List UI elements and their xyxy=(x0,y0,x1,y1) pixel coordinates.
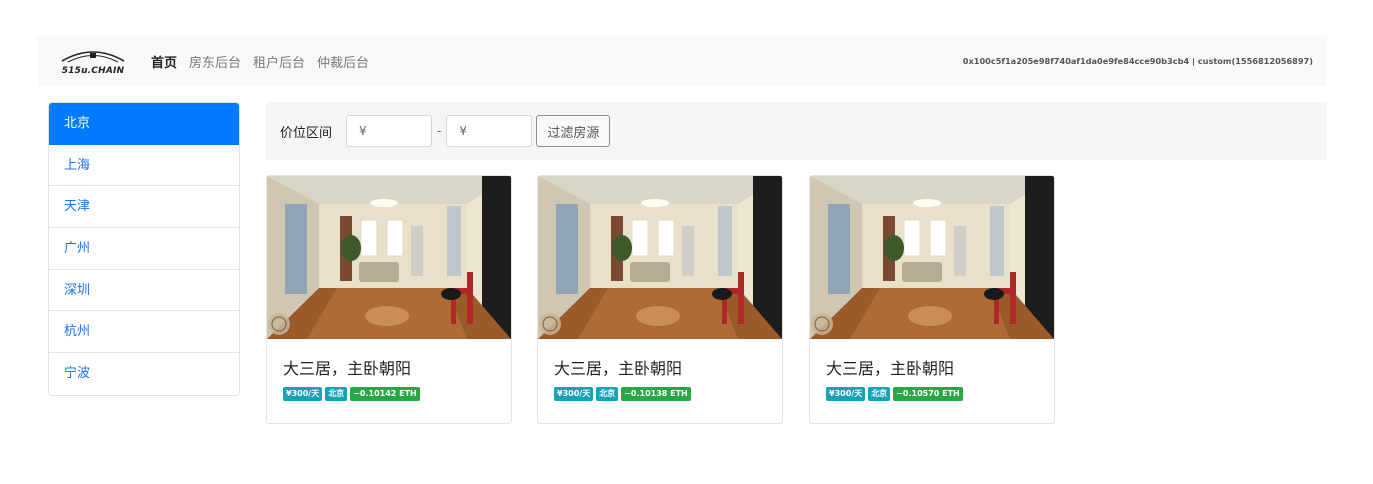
eth-badge: −0.10570 ETH xyxy=(893,387,963,401)
price-badge: ¥300/天 xyxy=(826,387,866,401)
price-badge: ¥300/天 xyxy=(283,387,323,401)
city-item-tianjin[interactable]: 天津 xyxy=(49,186,239,229)
eth-badge: −0.10142 ETH xyxy=(350,387,420,401)
city-item-ningbo[interactable]: 宁波 xyxy=(49,353,239,395)
listing-title[interactable]: 大三居，主卧朝阳 xyxy=(554,355,782,379)
city-badge: 北京 xyxy=(868,387,891,401)
city-badge: 北京 xyxy=(596,387,619,401)
brand-logo[interactable]: 515u.CHAIN xyxy=(59,41,127,81)
city-item-beijing[interactable]: 北京 xyxy=(49,103,239,145)
city-badge: 北京 xyxy=(325,387,348,401)
price-range-label: 价位区间 xyxy=(280,125,333,141)
listing-card[interactable]: 大三居，主卧朝阳 ¥300/天 北京 −0.10138 ETH xyxy=(537,175,783,424)
listing-title[interactable]: 大三居，主卧朝阳 xyxy=(826,355,1054,379)
city-item-hangzhou[interactable]: 杭州 xyxy=(49,311,239,354)
listing-card[interactable]: 大三居，主卧朝阳 ¥300/天 北京 −0.10142 ETH xyxy=(266,175,512,424)
navbar: 515u.CHAIN 首页 房东后台 租户后台 仲裁后台 0x100c5f1a2… xyxy=(37,36,1327,86)
nav-landlord-admin[interactable]: 房东后台 xyxy=(189,52,241,71)
listing-photo[interactable] xyxy=(538,176,782,339)
city-item-shenzhen[interactable]: 深圳 xyxy=(49,269,239,312)
account-info: 0x100c5f1a205e98f740af1da0e9fe84cce90b3c… xyxy=(962,56,1313,66)
range-separator: - xyxy=(437,124,442,138)
city-list: 北京 上海 天津 广州 深圳 杭州 宁波 xyxy=(48,102,240,396)
listing-title[interactable]: 大三居，主卧朝阳 xyxy=(283,355,511,379)
listing-photo[interactable] xyxy=(810,176,1054,339)
max-price-input[interactable] xyxy=(446,115,533,147)
city-item-shanghai[interactable]: 上海 xyxy=(49,144,239,187)
eth-badge: −0.10138 ETH xyxy=(621,387,691,401)
price-badge: ¥300/天 xyxy=(554,387,594,401)
listing-badges: ¥300/天 北京 −0.10570 ETH xyxy=(826,387,1054,401)
listing-card[interactable]: 大三居，主卧朝阳 ¥300/天 北京 −0.10570 ETH xyxy=(809,175,1055,424)
listing-photo[interactable] xyxy=(267,176,511,339)
nav-arbitration-admin[interactable]: 仲裁后台 xyxy=(317,52,369,71)
card-body: 大三居，主卧朝阳 ¥300/天 北京 −0.10138 ETH xyxy=(538,339,782,401)
nav-tenant-admin[interactable]: 租户后台 xyxy=(253,52,305,71)
card-body: 大三居，主卧朝阳 ¥300/天 北京 −0.10142 ETH xyxy=(267,339,511,401)
roof-logo-icon xyxy=(61,50,125,62)
city-item-guangzhou[interactable]: 广州 xyxy=(49,228,239,270)
filter-listings-button[interactable]: 过滤房源 xyxy=(536,115,611,147)
nav-home[interactable]: 首页 xyxy=(151,52,177,71)
min-price-input[interactable] xyxy=(346,115,433,147)
listing-badges: ¥300/天 北京 −0.10142 ETH xyxy=(283,387,511,401)
brand-text: 515u.CHAIN xyxy=(61,65,125,76)
card-body: 大三居，主卧朝阳 ¥300/天 北京 −0.10570 ETH xyxy=(810,339,1054,401)
nav-links: 首页 房东后台 租户后台 仲裁后台 xyxy=(151,52,369,71)
listing-badges: ¥300/天 北京 −0.10138 ETH xyxy=(554,387,782,401)
price-filter-bar: 价位区间 - 过滤房源 xyxy=(266,102,1327,160)
